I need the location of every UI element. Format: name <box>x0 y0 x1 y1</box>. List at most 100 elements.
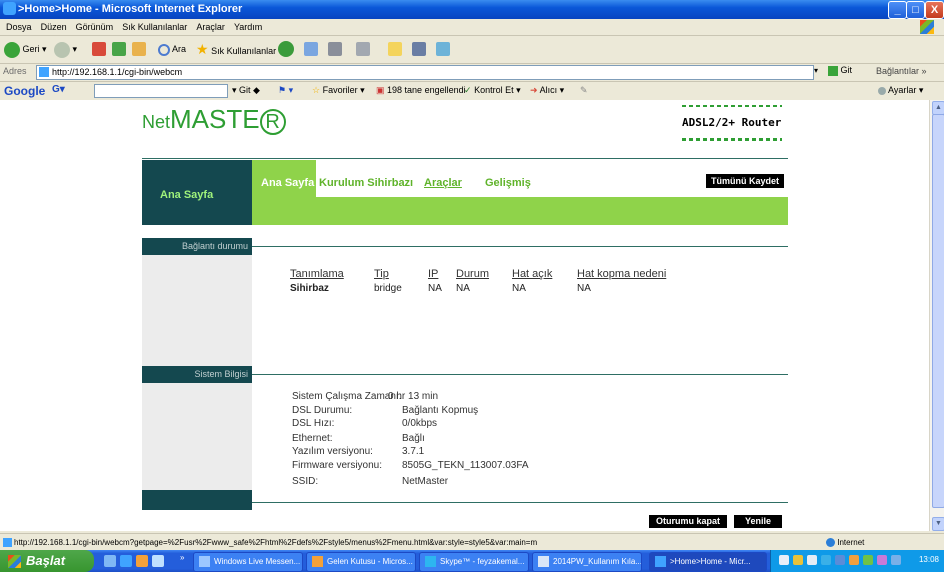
col-status: Durum <box>456 268 490 280</box>
blocked-label: 198 tane engellendi <box>387 85 466 95</box>
clock: 13:08 <box>918 555 939 564</box>
tray-arrow-icon[interactable] <box>779 555 789 565</box>
folder-icon[interactable] <box>388 42 402 56</box>
logo-r: R <box>259 109 286 135</box>
stop-icon[interactable] <box>92 42 106 56</box>
google-g-button[interactable]: G▾ <box>52 84 65 95</box>
tray-app-icon[interactable] <box>877 555 887 565</box>
settings-icon <box>878 86 886 95</box>
history-icon[interactable] <box>278 41 294 57</box>
popup-blocker[interactable]: ▣ 198 tane engellendi <box>376 85 466 96</box>
favorites-button[interactable]: ★ Sık Kullanılanlar <box>196 40 276 58</box>
address-bar: Adres http://192.168.1.1/cgi-bin/webcm ▾… <box>0 64 944 82</box>
close-button[interactable]: X <box>925 1 944 19</box>
ie-task-icon <box>655 556 666 568</box>
task-outlook[interactable]: Gelen Kutusu - Micros... <box>306 552 416 572</box>
tab-advanced[interactable]: Gelişmiş <box>485 177 531 189</box>
send-button[interactable]: ➜ Alıcı ▾ <box>530 85 564 96</box>
mail-icon[interactable] <box>304 42 318 56</box>
start-button[interactable]: Başlat <box>0 550 94 572</box>
research-icon[interactable] <box>412 42 426 56</box>
vertical-scrollbar[interactable]: ▲ ▼ <box>929 100 944 531</box>
scroll-thumb[interactable] <box>932 114 944 508</box>
sysinfo-ethernet-value: Bağlı <box>402 433 425 444</box>
sysinfo-uptime-value: 0 hr 13 min <box>388 391 439 402</box>
menu-file[interactable]: Dosya <box>6 19 32 35</box>
quicklaunch-outlook-icon[interactable] <box>136 555 148 567</box>
sysinfo-dsl-speed-label: DSL Hızı: <box>292 418 335 429</box>
maximize-button[interactable]: □ <box>906 1 925 19</box>
refresh-button[interactable]: Yenile <box>734 515 782 528</box>
tab-tools[interactable]: Araçlar <box>424 177 462 189</box>
menu-edit[interactable]: Düzen <box>41 19 67 35</box>
system-tray: 13:08 <box>770 550 944 572</box>
refresh-icon[interactable] <box>112 42 126 56</box>
search-button[interactable]: Ara <box>158 40 186 58</box>
tray-network-icon[interactable] <box>807 555 817 565</box>
scroll-up-icon[interactable]: ▲ <box>932 101 944 115</box>
task-outlook-label: Gelen Kutusu - Micros... <box>327 557 413 566</box>
back-button[interactable]: Geri ▾ <box>4 40 47 58</box>
tab-setup-wizard[interactable]: Kurulum Sihirbazı <box>319 177 413 189</box>
tray-bluetooth-icon[interactable] <box>835 555 845 565</box>
messenger-icon[interactable] <box>436 42 450 56</box>
google-go-label: Git <box>239 85 251 95</box>
minimize-button[interactable]: _ <box>888 1 907 19</box>
tray-messenger-icon[interactable] <box>849 555 859 565</box>
skype-task-icon <box>425 556 436 568</box>
tray-skype-icon[interactable] <box>821 555 831 565</box>
page-icon <box>39 67 49 77</box>
links-button[interactable]: Bağlantılar » <box>876 66 927 76</box>
quicklaunch-media-icon[interactable] <box>152 555 164 567</box>
save-all-button[interactable]: Tümünü Kaydet <box>706 174 784 188</box>
home-icon[interactable] <box>132 42 146 56</box>
go-button[interactable]: Git <box>828 65 852 76</box>
task-messenger[interactable]: Windows Live Messen... <box>193 552 303 572</box>
tab-home[interactable]: Ana Sayfa <box>261 177 314 189</box>
page-content: NetMASTE R ADSL2/2+ Router Ana Sayfa Ana … <box>0 100 929 531</box>
menu-tools[interactable]: Araçlar <box>196 19 225 35</box>
netmaster-logo: NetMASTE R <box>142 104 286 135</box>
address-dropdown-icon[interactable]: ▾ <box>814 66 818 75</box>
tray-security-icon[interactable] <box>863 555 873 565</box>
spellcheck-button[interactable]: ✓ Kontrol Et ▾ <box>464 85 521 96</box>
settings-button[interactable]: Ayarlar ▾ <box>878 85 923 96</box>
quicklaunch-ie-icon[interactable] <box>120 555 132 567</box>
menu-view[interactable]: Görünüm <box>76 19 114 35</box>
edit-icon[interactable] <box>356 42 370 56</box>
address-url: http://192.168.1.1/cgi-bin/webcm <box>52 67 183 77</box>
scroll-down-icon[interactable]: ▼ <box>932 517 944 531</box>
tray-volume-icon[interactable] <box>793 555 803 565</box>
menu-favorites[interactable]: Sık Kullanılanlar <box>122 19 187 35</box>
print-icon[interactable] <box>328 42 342 56</box>
col-disconnect-reason: Hat kopma nedeni <box>577 268 667 280</box>
address-label: Adres <box>3 66 27 76</box>
google-go-button[interactable]: ▾ Git ◆ <box>232 85 260 96</box>
quicklaunch-more-icon[interactable]: » <box>180 553 184 562</box>
col-description: Tanımlama <box>290 268 344 280</box>
col-type: Tip <box>374 268 389 280</box>
address-input[interactable]: http://192.168.1.1/cgi-bin/webcm <box>36 65 814 80</box>
dots-decoration-top <box>682 105 782 107</box>
send-icon: ➜ <box>530 85 538 95</box>
start-label: Başlat <box>26 553 66 568</box>
header-line <box>142 158 788 159</box>
task-document[interactable]: 2014PW_Kullanım Kıla... <box>532 552 642 572</box>
logout-button[interactable]: Oturumu kapat <box>649 515 727 528</box>
google-options-icon[interactable]: ⚑ ▾ <box>278 85 293 96</box>
task-ie[interactable]: >Home>Home - Micr... <box>649 552 767 572</box>
col-line-up: Hat açık <box>512 268 553 280</box>
document-task-icon <box>538 556 549 568</box>
menu-help[interactable]: Yardım <box>234 19 262 35</box>
forward-button[interactable]: ▾ <box>54 40 77 58</box>
highlight-icon[interactable]: ✎ <box>580 85 588 96</box>
google-search-input[interactable] <box>94 84 228 98</box>
status-zone-label: Internet <box>837 538 865 547</box>
task-skype[interactable]: Skype™ - feyzakemal... <box>419 552 529 572</box>
google-favorites-button[interactable]: ☆ Favoriler ▾ <box>312 85 365 96</box>
section-connection-header: Bağlantı durumu <box>142 238 252 255</box>
google-logo[interactable]: Google <box>4 84 45 98</box>
quicklaunch-desktop-icon[interactable] <box>104 555 116 567</box>
tray-wifi-icon[interactable] <box>891 555 901 565</box>
back-label: Geri <box>22 44 40 54</box>
